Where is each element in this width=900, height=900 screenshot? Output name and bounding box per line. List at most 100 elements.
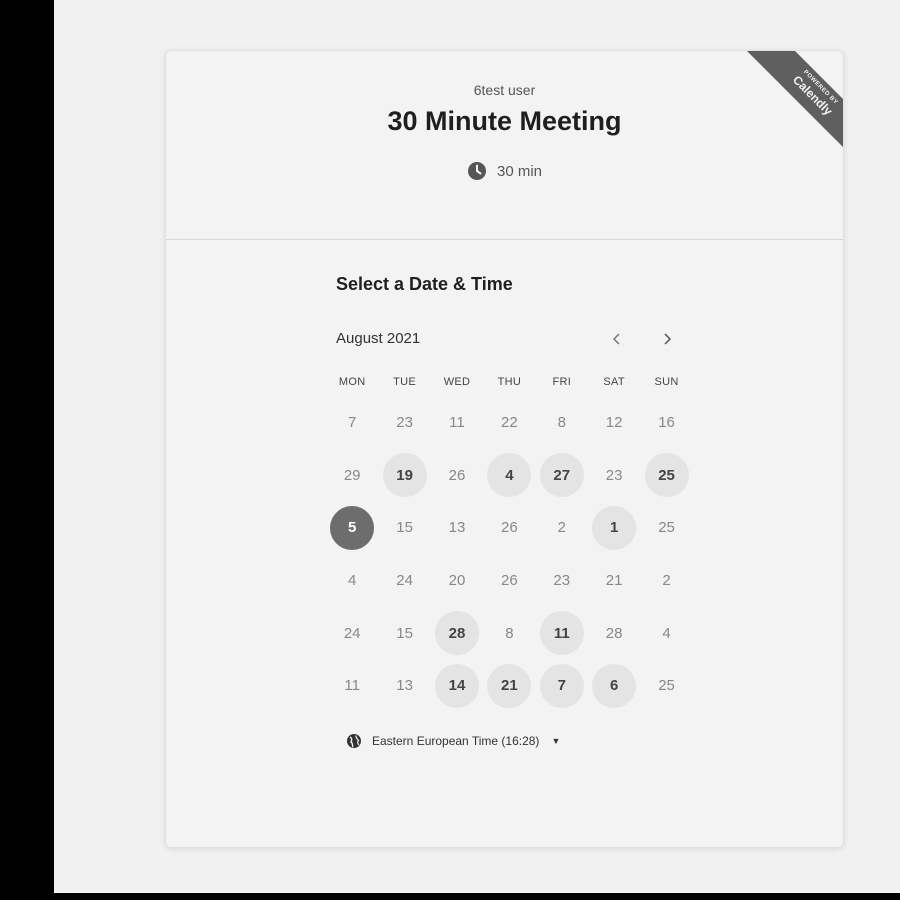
date-number: 2 — [662, 571, 671, 589]
date-number: 26 — [501, 519, 518, 537]
date-number: 19 — [382, 453, 427, 498]
unavailable-date: 8 — [483, 611, 535, 655]
unavailable-date: 4 — [326, 558, 378, 602]
weekday-header-row: MON TUE WED THU FRI SAT SUN — [326, 376, 693, 396]
booking-card: POWERED BY Calendly 6test user 30 Minute… — [165, 50, 844, 848]
date-number: 25 — [644, 453, 689, 498]
date-number: 25 — [658, 519, 675, 537]
next-month-button[interactable] — [654, 328, 680, 352]
section-title: Select a Date & Time — [336, 274, 513, 294]
available-date-button[interactable]: 1 — [588, 505, 640, 550]
month-label: August 2021 — [336, 330, 421, 347]
unavailable-date: 28 — [588, 611, 640, 655]
unavailable-date: 7 — [326, 400, 378, 444]
unavailable-date: 23 — [536, 558, 588, 602]
unavailable-date: 11 — [431, 400, 483, 444]
unavailable-date: 15 — [378, 506, 430, 550]
available-date-button[interactable]: 11 — [536, 611, 588, 656]
unavailable-date: 8 — [536, 400, 588, 444]
unavailable-date: 24 — [378, 558, 430, 602]
chevron-left-icon — [612, 330, 622, 351]
available-date-button[interactable]: 25 — [640, 453, 692, 498]
available-date-button[interactable]: 6 — [588, 663, 640, 708]
date-number: 23 — [553, 571, 571, 589]
timezone-label: Eastern European Time (16:28) — [372, 734, 540, 748]
page-background: POWERED BY Calendly 6test user 30 Minute… — [54, 0, 900, 893]
date-number: 7 — [348, 413, 357, 431]
date-number: 7 — [539, 663, 584, 708]
available-date-button[interactable]: 27 — [536, 453, 588, 498]
date-number: 8 — [505, 624, 514, 642]
date-number: 4 — [662, 624, 671, 642]
unavailable-date: 23 — [378, 400, 430, 444]
date-number: 15 — [396, 519, 413, 537]
date-number: 27 — [539, 453, 584, 498]
unavailable-date: 11 — [326, 664, 378, 708]
weekday-label: TUE — [393, 376, 417, 388]
unavailable-date: 2 — [536, 506, 588, 550]
previous-month-button[interactable] — [604, 328, 630, 352]
date-number: 11 — [344, 677, 360, 695]
unavailable-date: 25 — [640, 664, 692, 708]
available-date-button[interactable]: 21 — [483, 663, 535, 708]
unavailable-date: 21 — [588, 558, 640, 602]
date-number: 14 — [434, 663, 479, 708]
available-date-button[interactable]: 28 — [431, 611, 483, 656]
date-number: 11 — [539, 611, 584, 656]
calendar-week-row: 4 24 20 26 23 21 2 — [326, 554, 693, 607]
date-number: 11 — [449, 413, 465, 431]
unavailable-date: 4 — [640, 611, 692, 655]
unavailable-date: 13 — [431, 506, 483, 550]
calendar-grid: MON TUE WED THU FRI SAT SUN 7 23 11 22 8 12 16 29 19 26… — [326, 376, 693, 712]
unavailable-date: 24 — [326, 611, 378, 655]
timezone-selector[interactable]: Eastern European Time (16:28) ▼ — [346, 733, 560, 749]
date-number: 26 — [501, 571, 518, 589]
weekday-label: WED — [443, 376, 471, 388]
date-number: 13 — [448, 519, 466, 537]
calendar-week-row: 7 23 11 22 8 12 16 — [326, 396, 693, 449]
unavailable-date: 13 — [378, 664, 430, 708]
weekday-label: SAT — [603, 376, 625, 388]
event-owner-name: 6test user — [473, 82, 536, 98]
selected-date-button[interactable]: 5 — [326, 505, 378, 550]
calendar-week-row: 11 13 14 21 7 6 25 — [326, 659, 693, 712]
weekday-label: SUN — [654, 376, 679, 388]
date-number: 16 — [658, 413, 675, 431]
unavailable-date: 26 — [431, 453, 483, 497]
event-title: 30 Minute Meeting — [387, 106, 622, 136]
date-number: 5 — [330, 505, 375, 550]
clock-icon — [467, 161, 487, 181]
date-number: 1 — [592, 505, 637, 550]
date-number: 24 — [343, 624, 361, 642]
unavailable-date: 12 — [588, 400, 640, 444]
unavailable-date: 26 — [483, 506, 535, 550]
date-number: 2 — [557, 519, 566, 537]
calendar-week-row: 24 15 28 8 11 28 4 — [326, 607, 693, 660]
unavailable-date: 16 — [640, 400, 692, 444]
date-number: 4 — [487, 453, 532, 498]
caret-down-icon: ▼ — [551, 736, 561, 746]
date-number: 24 — [396, 571, 413, 589]
date-number: 21 — [487, 663, 532, 708]
date-number: 13 — [396, 677, 413, 695]
calendar-weeks: 7 23 11 22 8 12 16 29 19 26 4 27 23 25 5 15 13 26 2 1 25 4 24 2… — [326, 396, 693, 712]
date-number: 6 — [592, 663, 637, 708]
date-number: 23 — [396, 413, 413, 431]
date-number: 25 — [658, 677, 675, 695]
duration-label: 30 min — [496, 162, 543, 180]
unavailable-date: 20 — [431, 558, 483, 602]
date-number: 8 — [557, 413, 566, 431]
available-date-button[interactable]: 19 — [378, 453, 430, 498]
weekday-label: FRI — [552, 376, 572, 388]
unavailable-date: 25 — [640, 506, 692, 550]
available-date-button[interactable]: 7 — [536, 663, 588, 708]
calendar-month-header: August 2021 — [336, 328, 686, 352]
available-date-button[interactable]: 4 — [483, 453, 535, 498]
date-number: 23 — [605, 466, 623, 484]
date-number: 20 — [448, 571, 466, 589]
date-number: 28 — [434, 611, 479, 656]
chevron-right-icon — [662, 330, 672, 351]
available-date-button[interactable]: 14 — [431, 663, 483, 708]
unavailable-date: 22 — [483, 400, 535, 444]
date-number: 26 — [448, 466, 466, 484]
